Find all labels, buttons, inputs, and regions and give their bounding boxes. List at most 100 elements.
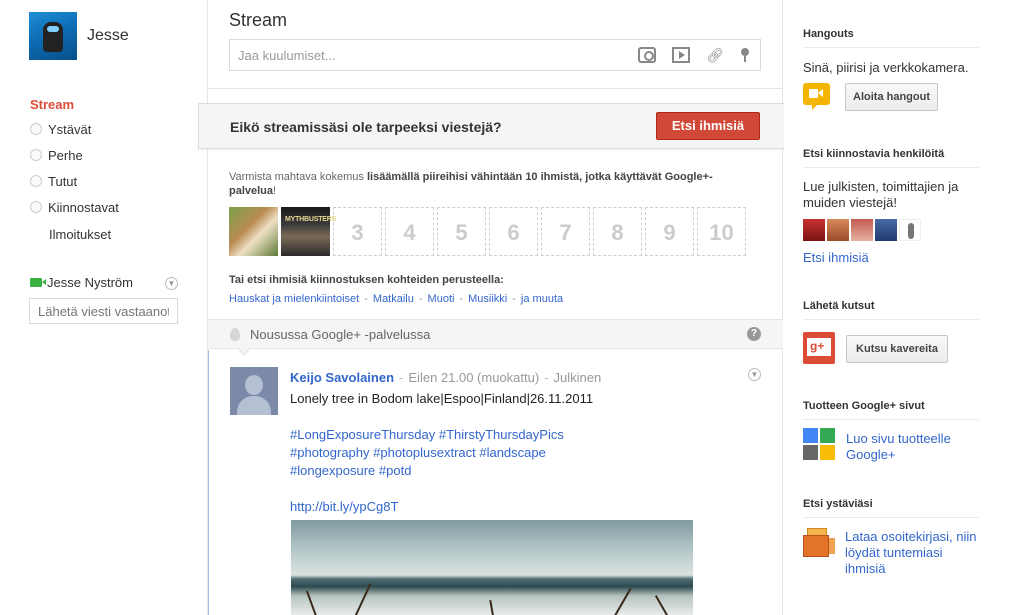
left-sidebar: Jesse Stream Ystävät Perhe Tutut Kiinnos…	[0, 0, 208, 615]
author-avatar[interactable]	[230, 367, 278, 415]
circle-icon	[30, 149, 42, 161]
hashtag-line[interactable]: #longexposure #potd	[290, 463, 411, 478]
share-icons: 🔗︎	[638, 47, 750, 63]
interest-heading: Tai etsi ihmisiä kiinnostuksen kohteiden…	[229, 274, 504, 286]
separator: -	[512, 293, 516, 305]
tree-branch	[654, 595, 670, 615]
trending-bar[interactable]: Nousussa Google+ -palvelussa ?	[208, 319, 783, 349]
circle-item-tutut[interactable]: Tutut	[30, 172, 77, 192]
photo-caption: MYTHBUSTERS	[285, 216, 337, 223]
create-page-link[interactable]: Luo sivu tuotteelle Google+	[846, 431, 966, 463]
location-pin-icon[interactable]	[740, 47, 750, 63]
link-icon[interactable]: 🔗︎	[706, 47, 724, 63]
circle-label: Perhe	[48, 148, 83, 163]
avatar-body	[237, 396, 271, 415]
divider	[803, 419, 979, 420]
circle-icon	[30, 123, 42, 135]
circle-item-kiinnostavat[interactable]: Kiinnostavat	[30, 198, 119, 218]
person-avatar[interactable]	[827, 219, 849, 241]
tree-branch	[352, 583, 372, 615]
find-people-prompt: Eikö streamissäsi ole tarpeeksi viestejä…	[198, 103, 792, 149]
divider	[803, 167, 979, 168]
empty-slot: 4	[385, 207, 434, 256]
empty-slot: 9	[645, 207, 694, 256]
prompt-question: Eikö streamissäsi ole tarpeeksi viestejä…	[230, 119, 502, 135]
circle-label: Ystävät	[48, 122, 92, 137]
interesting-text: Lue julkisten, toimittajien ja muiden vi…	[803, 179, 959, 210]
circle-item-ystavat[interactable]: Ystävät	[30, 120, 91, 140]
separator: -	[364, 293, 368, 305]
divider	[803, 319, 979, 320]
page-icon-tile	[820, 445, 835, 460]
circle-label: Tutut	[48, 174, 78, 189]
nav-stream[interactable]: Stream	[30, 97, 74, 112]
book-front	[803, 535, 829, 557]
trending-label: Nousussa Google+ -palvelussa	[250, 327, 431, 342]
tree-branch	[305, 590, 319, 615]
profile-name[interactable]: Jesse	[87, 27, 129, 45]
person-avatar[interactable]	[875, 219, 897, 241]
interest-links: Hauskat ja mielenkiintoiset - Matkailu - Muo…	[229, 293, 563, 305]
upload-address-book-link[interactable]: Lataa osoitekirjasi, niin löydät tuntemi…	[845, 529, 985, 577]
page-icon-tile	[820, 428, 835, 443]
divider	[803, 517, 979, 518]
interest-link-fashion[interactable]: Muoti	[428, 293, 455, 305]
chevron-down-icon[interactable]: ▼	[165, 277, 178, 290]
tree-branch	[612, 587, 632, 615]
hangout-icon	[803, 83, 830, 105]
gplus-glyph: g+	[810, 339, 825, 353]
person-avatar[interactable]	[851, 219, 873, 241]
post-body: Lonely tree in Bodom lake|Espoo|Finland|…	[290, 390, 760, 480]
empty-slot: 8	[593, 207, 642, 256]
nav-notifications[interactable]: Ilmoitukset	[49, 227, 111, 242]
avatar-head	[245, 375, 263, 395]
camera-icon[interactable]	[638, 47, 656, 63]
circle-item-perhe[interactable]: Perhe	[30, 146, 83, 166]
post-header: Keijo Savolainen - Eilen 21.00 (muokattu) -…	[290, 370, 601, 385]
hashtag-line[interactable]: #photography #photoplusextract #landscap…	[290, 445, 546, 460]
circle-label: Kiinnostavat	[48, 200, 119, 215]
invite-heading: Lähetä kutsut	[803, 300, 875, 312]
hangouts-heading: Hangouts	[803, 28, 854, 40]
post-visibility[interactable]: Julkinen	[554, 370, 602, 385]
gmail-invite-icon: g+	[803, 332, 835, 364]
tree-branch	[489, 599, 495, 615]
separator: -	[459, 293, 464, 305]
hangouts-text: Sinä, piirisi ja verkkokamera.	[803, 60, 969, 75]
find-people-link[interactable]: Etsi ihmisiä	[803, 250, 869, 266]
separator: -	[418, 293, 423, 305]
share-box[interactable]: Jaa kuulumiset... 🔗︎	[229, 39, 761, 71]
circle-icon	[30, 175, 42, 187]
suggestion-suffix: !	[273, 185, 277, 197]
page-title: Stream	[229, 10, 288, 30]
person-avatar[interactable]	[803, 219, 825, 241]
post-image[interactable]	[291, 520, 693, 615]
help-icon[interactable]: ?	[747, 327, 761, 341]
post-time[interactable]: Eilen 21.00 (muokattu)	[408, 370, 539, 385]
book-tab	[829, 538, 835, 554]
invite-friends-button[interactable]: Kutsu kavereita	[846, 335, 948, 363]
find-people-button[interactable]: Etsi ihmisiä	[656, 112, 760, 140]
start-hangout-button[interactable]: Aloita hangout	[845, 83, 938, 111]
hashtag-line[interactable]: #LongExposureThursday #ThirstyThursdayPi…	[290, 427, 564, 442]
profile-avatar[interactable]	[29, 12, 77, 60]
added-person-photo[interactable]	[229, 207, 278, 256]
interest-link-fun[interactable]: Hauskat ja mielenkiintoiset	[229, 293, 359, 305]
video-icon[interactable]	[672, 47, 690, 63]
flame-icon	[230, 328, 240, 341]
post-link[interactable]: http://bit.ly/ypCg8T	[290, 499, 398, 514]
empty-slot: 7	[541, 207, 590, 256]
chat-message-input[interactable]	[29, 298, 178, 324]
post-author[interactable]: Keijo Savolainen	[290, 370, 394, 385]
pages-heading: Tuotteen Google+ sivut	[803, 400, 925, 412]
chat-user-name[interactable]: Jesse Nyström	[47, 275, 133, 290]
interest-link-music[interactable]: Musiikki	[468, 293, 507, 305]
interest-link-travel[interactable]: Matkailu	[373, 293, 414, 305]
interest-link-more[interactable]: ja muuta	[521, 293, 563, 305]
person-avatar[interactable]	[899, 219, 921, 241]
circle-slots: MYTHBUSTERS 3 4 5 6 7 8 9 10	[229, 207, 749, 256]
chevron-down-icon[interactable]: ▼	[748, 368, 761, 381]
page-icon-tile	[803, 445, 818, 460]
added-person-photo[interactable]: MYTHBUSTERS	[281, 207, 336, 256]
stream-post: Keijo Savolainen - Eilen 21.00 (muokattu) -…	[208, 350, 783, 615]
